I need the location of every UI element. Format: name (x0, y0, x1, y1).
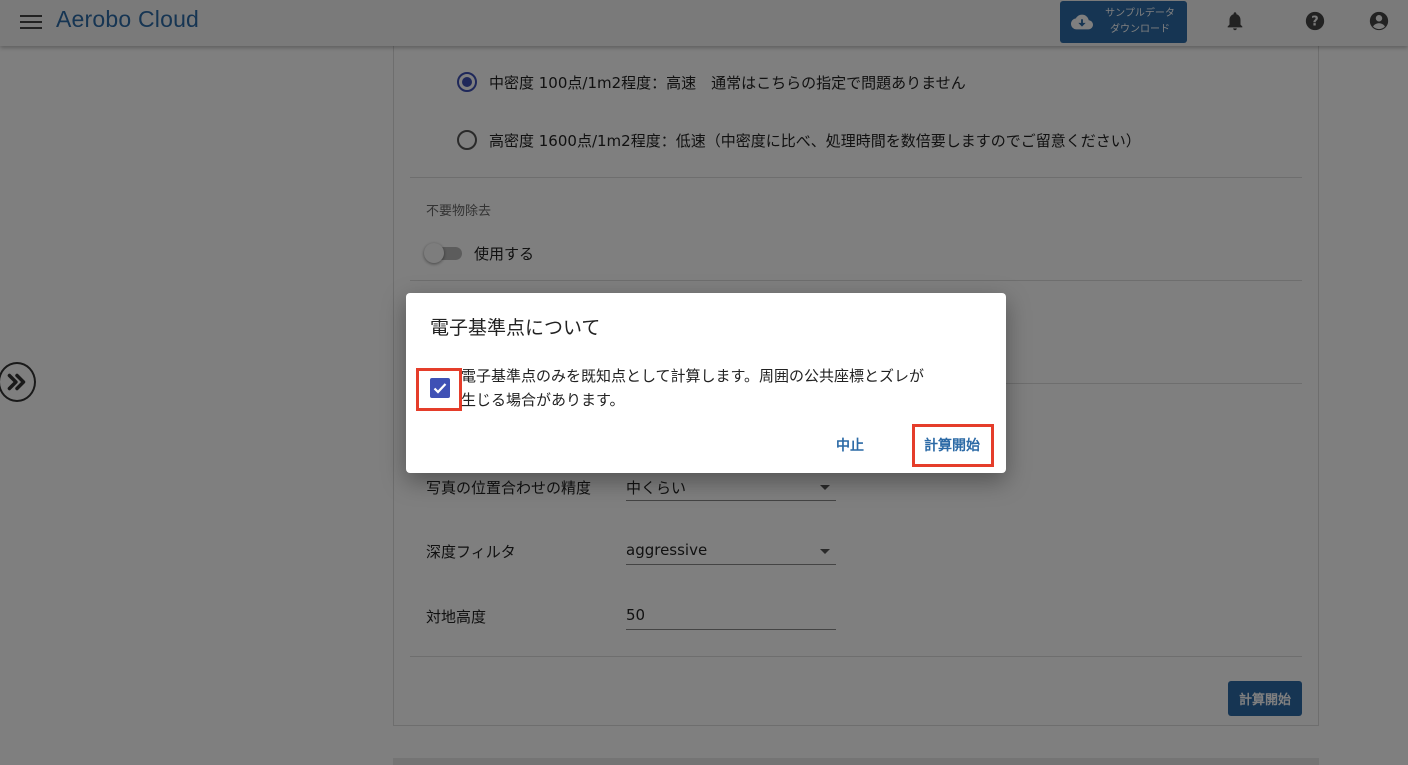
cancel-button[interactable]: 中止 (836, 435, 864, 455)
start-button-highlight-box (912, 424, 994, 467)
dialog-title: 電子基準点について (430, 317, 601, 339)
dialog-message: 電子基準点のみを既知点として計算します。周囲の公共座標とズレが 生じる場合があり… (461, 367, 925, 409)
reference-point-dialog: 電子基準点について 電子基準点のみを既知点として計算します。周囲の公共座標とズレ… (406, 293, 1006, 473)
checkbox-highlight-box (416, 368, 462, 411)
